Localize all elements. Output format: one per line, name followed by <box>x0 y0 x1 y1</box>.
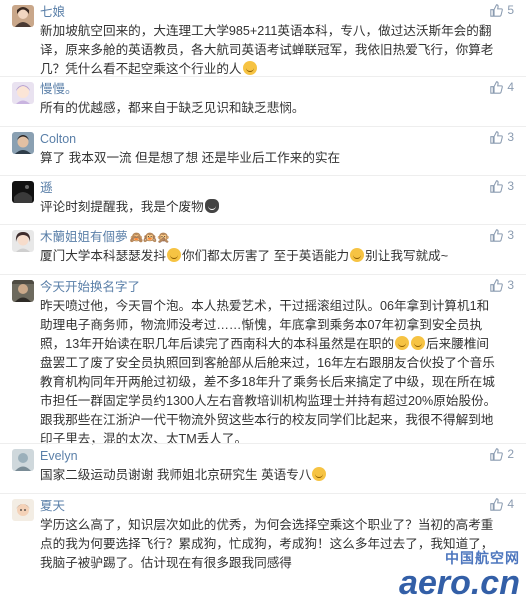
thumbs-up-icon <box>490 130 504 144</box>
comment-item: 今天开始换名字了 昨天喷过他，今天冒个泡。本人热爱艺术，干过摇滚组过队。06年拿… <box>0 274 526 446</box>
like-count: 4 <box>507 497 514 511</box>
comment-item: Colton 算了 我本双一流 但是想了想 还是毕业后工作来的实在 3 <box>0 126 526 175</box>
like-button[interactable]: 3 <box>490 130 514 144</box>
commenter-name[interactable]: 木蘭姐姐有個夢 🙈🙉🙊 <box>40 228 514 247</box>
commenter-name[interactable]: 今天开始换名字了 <box>40 278 514 297</box>
commenter-name[interactable]: 遜 <box>40 179 514 198</box>
like-count: 4 <box>507 80 514 94</box>
like-button[interactable]: 4 <box>490 80 514 94</box>
thumbs-up-icon <box>490 497 504 511</box>
like-button[interactable]: 2 <box>490 447 514 461</box>
smile-emoji-icon <box>242 61 257 75</box>
comment-item: 木蘭姐姐有個夢 🙈🙉🙊 厦门大学本科瑟瑟发抖 你们都太厉害了 至于英语能力 别让我写就… <box>0 224 526 274</box>
thumbs-up-icon <box>490 80 504 94</box>
avatar[interactable] <box>12 230 34 252</box>
comment-item: Evelyn 国家二级运动员谢谢 我师姐北京研究生 英语专八 2 <box>0 443 526 493</box>
avatar[interactable] <box>12 132 34 154</box>
avatar[interactable] <box>12 499 34 521</box>
comment-item: 七娘 新加坡航空回来的，大连理工大学985+211英语本科，专八，做过达沃斯年会… <box>0 0 526 76</box>
sweat-emoji-icon <box>395 336 410 350</box>
like-count: 3 <box>507 228 514 242</box>
avatar[interactable] <box>12 449 34 471</box>
commenter-name[interactable]: 慢慢。 <box>40 80 514 99</box>
comment-text: 算了 我本双一流 但是想了想 还是毕业后工作来的实在 <box>40 151 341 165</box>
thumbs-up-icon <box>490 228 504 242</box>
thumbs-up-icon <box>490 447 504 461</box>
like-count: 3 <box>507 278 514 292</box>
comment-text: 厦门大学本科瑟瑟发抖 你们都太厉害了 至于英语能力 别让我写就成~ <box>40 248 449 263</box>
like-count: 3 <box>507 179 514 193</box>
commenter-name[interactable]: Evelyn <box>40 447 514 466</box>
like-button[interactable]: 4 <box>490 497 514 511</box>
like-button[interactable]: 5 <box>490 3 514 17</box>
like-button[interactable]: 3 <box>490 228 514 242</box>
like-button[interactable]: 3 <box>490 179 514 193</box>
commenter-name[interactable]: 七娘 <box>40 3 514 22</box>
comment-item: 夏天 学历这么高了，知识层次如此的优秀，为何会选择空乘这个职业了？当初的高考重点… <box>0 493 526 600</box>
thumbs-up-icon <box>490 179 504 193</box>
like-count: 3 <box>507 130 514 144</box>
like-count: 5 <box>507 3 514 17</box>
comment-item: 遜 评论时刻提醒我，我是个废物 3 <box>0 175 526 224</box>
comment-text: 昨天喷过他，今天冒个泡。本人热爱艺术，干过摇滚组过队。06年拿到计算机1和助理电… <box>40 299 497 446</box>
thumbs-up-icon <box>490 3 504 17</box>
skull-emoji-icon <box>204 199 219 213</box>
avatar[interactable] <box>12 5 34 27</box>
sweat-emoji-icon <box>350 248 365 262</box>
comment-list: 七娘 新加坡航空回来的，大连理工大学985+211英语本科，专八，做过达沃斯年会… <box>0 0 526 600</box>
comment-text: 新加坡航空回来的，大连理工大学985+211英语本科，专八，做过达沃斯年会的翻译… <box>40 24 494 76</box>
comment-text: 学历这么高了，知识层次如此的优秀，为何会选择空乘这个职业了？当初的高考重点的我为… <box>40 518 494 570</box>
commenter-name[interactable]: 夏天 <box>40 497 514 516</box>
smile-emoji-icon <box>312 467 327 481</box>
thumbs-up-icon <box>490 278 504 292</box>
comment-text: 所有的优越感，都来自于缺乏见识和缺乏悲悯。 <box>40 101 305 115</box>
comment-item: 慢慢。 所有的优越感，都来自于缺乏见识和缺乏悲悯。 4 <box>0 76 526 126</box>
commenter-name[interactable]: Colton <box>40 130 514 149</box>
sweat-emoji-icon <box>166 248 181 262</box>
sweat-emoji-icon <box>411 336 426 350</box>
avatar[interactable] <box>12 181 34 203</box>
like-button[interactable]: 3 <box>490 278 514 292</box>
monkey-emoji-icon: 🙈🙉🙊 <box>129 232 171 244</box>
like-count: 2 <box>507 447 514 461</box>
comment-text: 评论时刻提醒我，我是个废物 <box>40 198 514 217</box>
avatar[interactable] <box>12 82 34 104</box>
avatar[interactable] <box>12 280 34 302</box>
comment-text: 国家二级运动员谢谢 我师姐北京研究生 英语专八 <box>40 466 514 485</box>
